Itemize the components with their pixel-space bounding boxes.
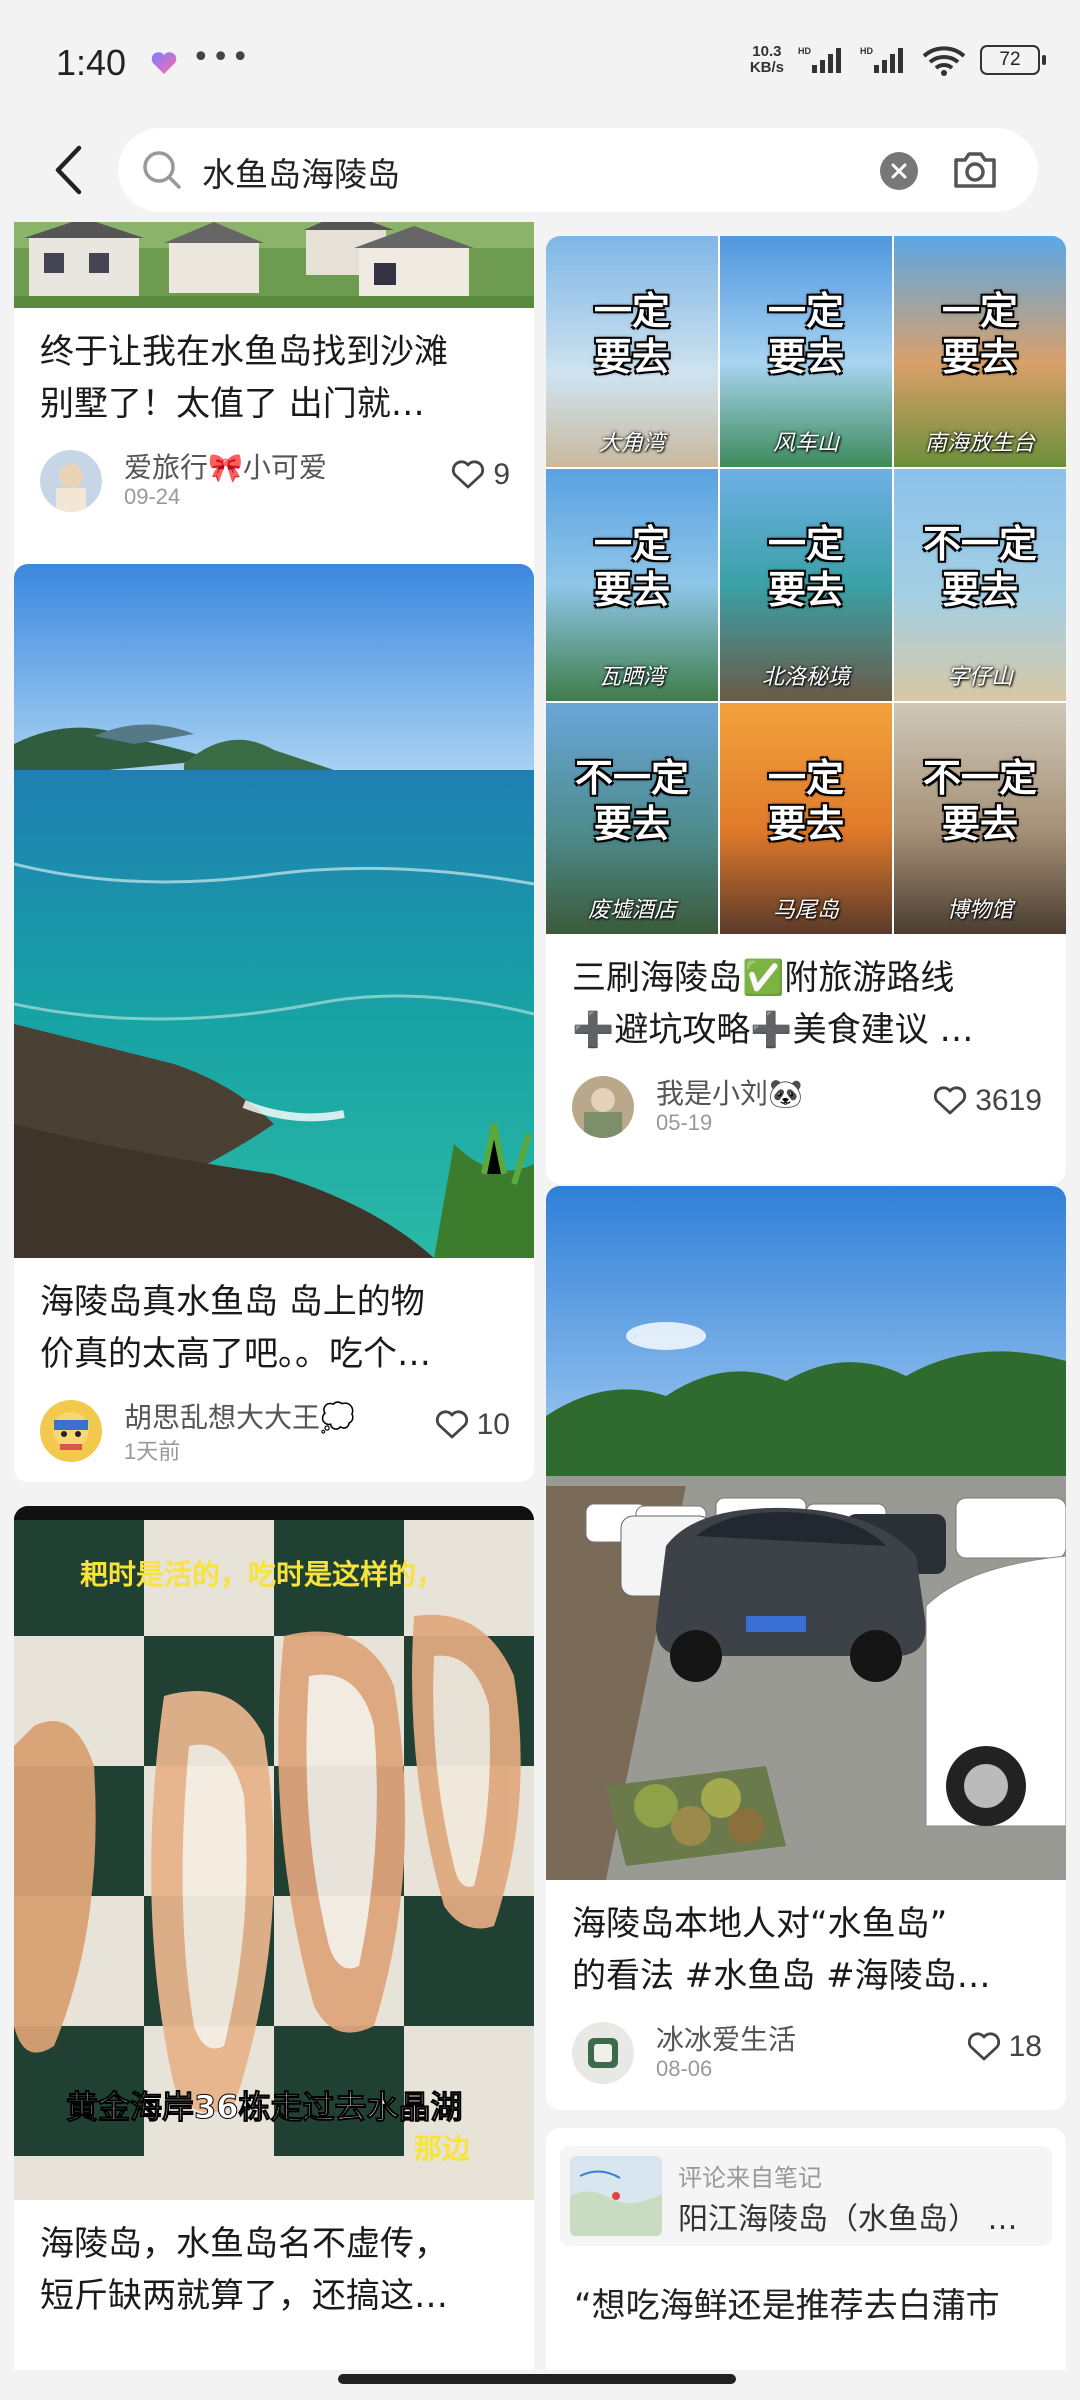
note-cover-image[interactable]: [14, 222, 534, 308]
grid-cell: 一定 要去 瓦晒湾: [546, 469, 718, 701]
heart-outline-icon: [452, 460, 485, 489]
author-name[interactable]: 冰冰爱生活: [656, 2018, 796, 2058]
battery-indicator: 72: [980, 45, 1046, 75]
note-cover-image[interactable]: [14, 564, 534, 1258]
like-count: 9: [493, 458, 510, 491]
status-indicators: 10.3 KB/s HD HD 72: [749, 43, 1046, 76]
like-button[interactable]: 18: [967, 2030, 1042, 2064]
search-icon: [143, 151, 181, 189]
source-note-thumbnail: [570, 2156, 662, 2236]
camera-search-icon[interactable]: [950, 146, 1000, 194]
note-meta: 胡思乱想大大王💭 1天前 10: [14, 1392, 534, 1472]
note-title[interactable]: 海陵岛，水鱼岛名不虚传， 短斤缺两就算了，还搞这…: [14, 2200, 534, 2322]
like-button[interactable]: 9: [451, 458, 510, 492]
note-meta: 冰冰爱生活 08-06 18: [546, 2014, 1066, 2094]
search-results-feed[interactable]: 终于让我在水鱼岛找到沙滩 别墅了！太值了 出门就… 爱旅行🎀小可爱 09-24 …: [0, 222, 1080, 2372]
svg-text:HD: HD: [798, 46, 811, 56]
search-input[interactable]: 水鱼岛海陵岛: [118, 128, 1038, 212]
coast-photo: [14, 564, 534, 1258]
image-caption-top: 耙时是活的，吃时是这样的，: [80, 1558, 444, 1591]
grid-cell: 一定 要去 马尾岛: [720, 702, 892, 934]
note-meta: 爱旅行🎀小可爱 09-24 9: [14, 442, 534, 522]
avatar[interactable]: [572, 2022, 634, 2084]
grid-cell: 不一定 要去 博物馆: [894, 702, 1066, 934]
navigation-bar: [0, 2370, 1080, 2400]
note-cover-image[interactable]: 一定 要去 大角湾 一定 要去 风车山 一定 要去 南海放生台 一定 要去 瓦晒…: [546, 236, 1066, 934]
source-note-preview[interactable]: 评论来自笔记 阳江海陵岛（水鱼岛） …: [560, 2146, 1052, 2246]
note-card[interactable]: 海陵岛本地人对“水鱼岛” 的看法 #水鱼岛 #海陵岛… 冰冰爱生活 08-06 …: [546, 1186, 1066, 2110]
map-thumbnail: [570, 2156, 662, 2236]
note-title[interactable]: 海陵岛本地人对“水鱼岛” 的看法 #水鱼岛 #海陵岛…: [546, 1880, 1066, 2002]
close-icon: [891, 163, 907, 179]
heart-outline-icon: [934, 1086, 967, 1115]
chevron-left-icon: [55, 145, 82, 195]
post-date: 09-24: [124, 484, 181, 509]
note-cover-image[interactable]: 耙时是活的，吃时是这样的， 黄金海岸36栋走过去水晶湖 那边: [14, 1506, 534, 2200]
post-date: 08-06: [656, 2056, 713, 2081]
back-button[interactable]: [40, 142, 96, 198]
post-date: 1天前: [124, 1439, 181, 1464]
note-card[interactable]: 一定 要去 大角湾 一定 要去 风车山 一定 要去 南海放生台 一定 要去 瓦晒…: [546, 236, 1066, 1184]
like-count: 10: [476, 1408, 510, 1441]
note-title[interactable]: 终于让我在水鱼岛找到沙滩 别墅了！太值了 出门就…: [14, 308, 534, 430]
source-label: 评论来自笔记: [678, 2164, 822, 2192]
note-card[interactable]: 耙时是活的，吃时是这样的， 黄金海岸36栋走过去水晶湖 那边 海陵岛，水鱼岛名不…: [14, 1506, 534, 2372]
hd-signal-1-icon: HD: [798, 46, 841, 73]
mantis-shrimp-photo: 耙时是活的，吃时是这样的， 黄金海岸36栋走过去水晶湖 那边: [14, 1506, 534, 2200]
heart-outline-icon: [967, 2032, 1000, 2061]
author-name[interactable]: 我是小刘🐼: [656, 1072, 803, 1112]
grid-cell: 一定 要去 北洛秘境: [720, 469, 892, 701]
author-name[interactable]: 爱旅行🎀小可爱: [124, 446, 327, 486]
author-name[interactable]: 胡思乱想大大王💭: [124, 1396, 355, 1436]
note-card[interactable]: 海陵岛真水鱼岛 岛上的物 价真的太高了吧。。吃个… 胡思乱想大大王💭 1天前 1…: [14, 564, 534, 1482]
hd-signal-2-icon: HD: [860, 46, 903, 73]
grid-cell: 一定 要去 风车山: [720, 236, 892, 468]
note-cover-image[interactable]: [546, 1186, 1066, 1880]
note-title[interactable]: 海陵岛真水鱼岛 岛上的物 价真的太高了吧。。吃个…: [14, 1258, 534, 1380]
like-count: 18: [1008, 2030, 1042, 2063]
like-count: 3619: [975, 1084, 1042, 1117]
heart-app-icon: [151, 52, 177, 74]
image-caption-bottom-2: 那边: [414, 2132, 471, 2165]
more-notifications-icon: •••: [192, 40, 252, 75]
source-note-title: 阳江海陵岛（水鱼岛） …: [678, 2202, 1018, 2237]
status-time: 1:40: [56, 42, 127, 83]
wifi-icon: [922, 46, 966, 76]
post-date: 05-19: [656, 1110, 713, 1135]
clear-search-button[interactable]: [880, 152, 918, 190]
grid-cell: 不一定 要去 废墟酒店: [546, 702, 718, 934]
grid-cell: 一定 要去 大角湾: [546, 236, 718, 468]
avatar[interactable]: [40, 450, 102, 512]
note-meta: 我是小刘🐼 05-19 3619: [546, 1068, 1066, 1148]
grid-cell: 一定 要去 南海放生台: [894, 236, 1066, 468]
villa-photo: [14, 222, 534, 308]
note-title[interactable]: 三刷海陵岛✅附旅游路线 ➕避坑攻略➕美食建议 …: [546, 934, 1066, 1056]
comment-text: “想吃海鲜还是推荐去白蒲市: [574, 2286, 1000, 2326]
like-button[interactable]: 3619: [933, 1084, 1042, 1118]
parking-lot-photo: [546, 1186, 1066, 1880]
status-bar: 1:40 ••• 10.3 KB/s HD HD 72: [0, 0, 1080, 130]
comment-card[interactable]: 评论来自笔记 阳江海陵岛（水鱼岛） … “想吃海鲜还是推荐去白蒲市: [546, 2128, 1066, 2372]
heart-outline-icon: [435, 1410, 468, 1439]
search-header: 水鱼岛海陵岛: [0, 120, 1080, 220]
svg-text:HD: HD: [860, 46, 873, 56]
avatar[interactable]: [40, 1400, 102, 1462]
image-caption-bottom: 黄金海岸36栋走过去水晶湖: [66, 2088, 463, 2126]
like-button[interactable]: 10: [435, 1408, 510, 1442]
net-speed: 10.3 KB/s: [749, 43, 784, 76]
grid-cell: 不一定 要去 字仔山: [894, 469, 1066, 701]
search-query[interactable]: 水鱼岛海陵岛: [202, 148, 400, 196]
home-indicator[interactable]: [338, 2374, 736, 2384]
avatar[interactable]: [572, 1076, 634, 1138]
